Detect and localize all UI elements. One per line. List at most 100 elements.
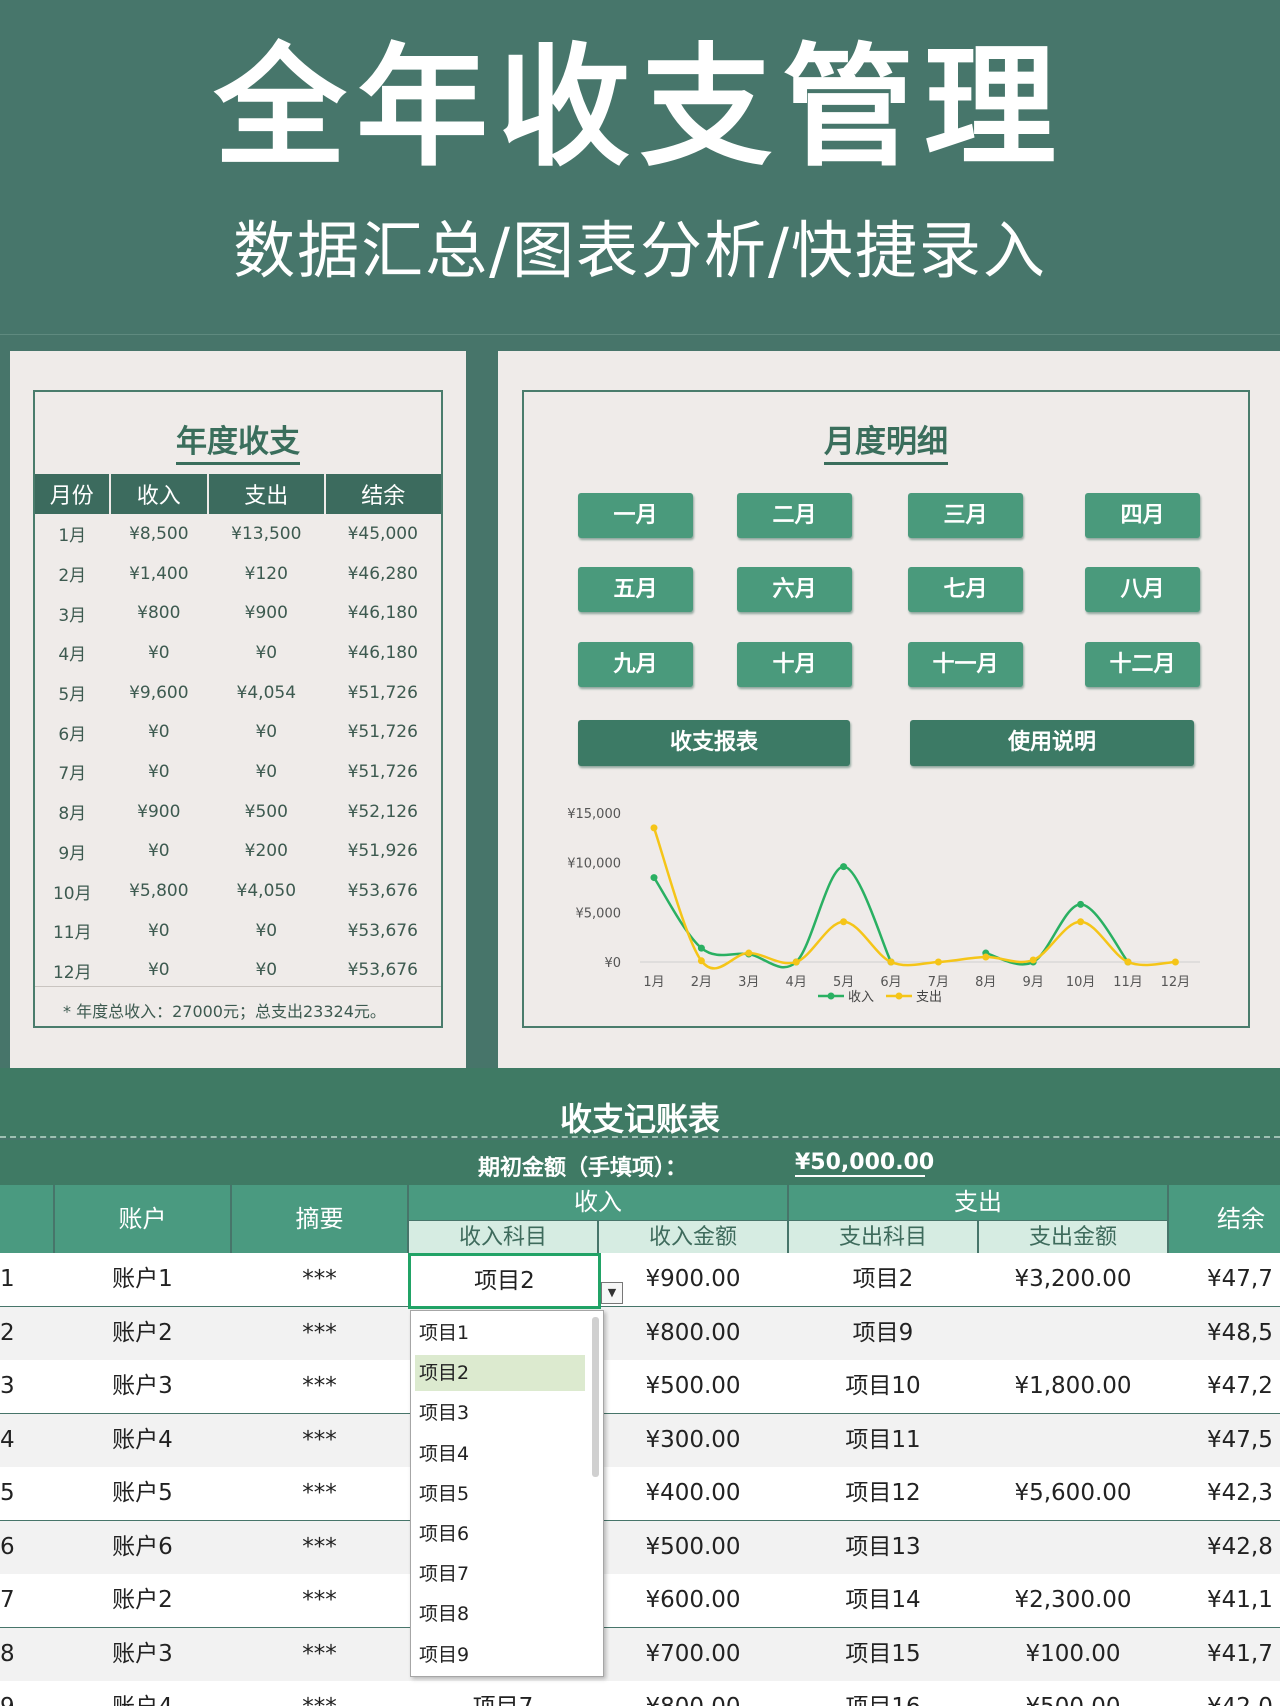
cell-account[interactable]: 账户4 xyxy=(55,1414,230,1467)
cell-expense-item[interactable]: 项目2 xyxy=(789,1253,977,1306)
cell-balance[interactable]: ¥42,0 xyxy=(1169,1681,1280,1706)
cell-expense-amount[interactable] xyxy=(979,1307,1167,1360)
cell-balance[interactable]: ¥47,5 xyxy=(1169,1414,1280,1467)
cell-income-amount[interactable]: ¥400.00 xyxy=(599,1467,787,1520)
cell-income-amount[interactable]: ¥600.00 xyxy=(599,1574,787,1627)
cell-balance[interactable]: ¥47,7 xyxy=(1169,1253,1280,1306)
cell-account[interactable]: 账户6 xyxy=(55,1521,230,1574)
annual-cell: ¥52,126 xyxy=(347,801,418,822)
cell-balance[interactable]: ¥41,7 xyxy=(1169,1628,1280,1681)
dropdown-option[interactable]: 项目9 xyxy=(415,1637,585,1673)
dropdown-option[interactable]: 项目4 xyxy=(415,1436,585,1472)
dropdown-option[interactable]: 项目1 xyxy=(415,1315,585,1351)
month-button[interactable]: 八月 xyxy=(1085,567,1200,612)
cell-no[interactable]: 2 xyxy=(0,1307,53,1360)
cell-expense-item[interactable]: 项目15 xyxy=(789,1628,977,1681)
cell-expense-amount[interactable]: ¥5,600.00 xyxy=(979,1467,1167,1520)
cell-expense-item[interactable]: 项目9 xyxy=(789,1307,977,1360)
cell-account[interactable]: 账户5 xyxy=(55,1467,230,1520)
month-button[interactable]: 一月 xyxy=(578,493,693,538)
month-button[interactable]: 六月 xyxy=(737,567,852,612)
cell-no[interactable]: 5 xyxy=(0,1467,53,1520)
cell-expense-amount[interactable] xyxy=(979,1414,1167,1467)
cell-income-amount[interactable]: ¥800.00 xyxy=(599,1307,787,1360)
cell-no[interactable]: 4 xyxy=(0,1414,53,1467)
cell-expense-item[interactable]: 项目10 xyxy=(789,1360,977,1413)
cell-no[interactable]: 1 xyxy=(0,1253,53,1306)
cell-summary[interactable]: *** xyxy=(232,1574,407,1627)
cell-balance[interactable]: ¥47,2 xyxy=(1169,1360,1280,1413)
annual-row: 2月 ¥1,400 ¥120 ¥46,280 xyxy=(35,554,441,594)
month-button[interactable]: 十一月 xyxy=(908,642,1023,687)
cell-summary[interactable]: *** xyxy=(232,1360,407,1413)
cell-balance[interactable]: ¥41,1 xyxy=(1169,1574,1280,1627)
cell-summary[interactable]: *** xyxy=(232,1467,407,1520)
cell-income-amount[interactable]: ¥300.00 xyxy=(599,1414,787,1467)
annual-cell: ¥51,926 xyxy=(347,841,418,862)
cell-income-amount[interactable]: ¥500.00 xyxy=(599,1521,787,1574)
cell-expense-amount[interactable]: ¥2,300.00 xyxy=(979,1574,1167,1627)
cell-account[interactable]: 账户4 xyxy=(55,1681,230,1706)
dropdown-scrollbar[interactable] xyxy=(592,1317,599,1477)
dropdown-option[interactable]: 项目2 xyxy=(415,1355,585,1392)
annual-cell: 9月 xyxy=(58,843,87,864)
cell-expense-item[interactable]: 项目12 xyxy=(789,1467,977,1520)
cell-no[interactable]: 8 xyxy=(0,1628,53,1681)
cell-account[interactable]: 账户2 xyxy=(55,1574,230,1627)
cell-summary[interactable]: *** xyxy=(232,1253,407,1306)
cell-balance[interactable]: ¥42,8 xyxy=(1169,1521,1280,1574)
help-button[interactable]: 使用说明 xyxy=(910,720,1194,766)
opening-value[interactable]: ¥50,000.00 xyxy=(795,1150,934,1177)
cell-expense-item[interactable]: 项目13 xyxy=(789,1521,977,1574)
cell-income-amount[interactable]: ¥700.00 xyxy=(599,1628,787,1681)
month-button[interactable]: 十二月 xyxy=(1085,642,1200,687)
month-button[interactable]: 五月 xyxy=(578,567,693,612)
month-button[interactable]: 七月 xyxy=(908,567,1023,612)
cell-account[interactable]: 账户1 xyxy=(55,1253,230,1306)
cell-expense-amount[interactable]: ¥100.00 xyxy=(979,1628,1167,1681)
annual-cell: ¥0 xyxy=(255,960,278,981)
cell-expense-item[interactable]: 项目14 xyxy=(789,1574,977,1627)
month-button[interactable]: 四月 xyxy=(1085,493,1200,538)
month-button[interactable]: 十月 xyxy=(737,642,852,687)
annual-cell: ¥46,180 xyxy=(347,603,418,624)
cell-no[interactable]: 3 xyxy=(0,1360,53,1413)
month-button[interactable]: 三月 xyxy=(908,493,1023,538)
cell-account[interactable]: 账户2 xyxy=(55,1307,230,1360)
cell-income-amount[interactable]: ¥900.00 xyxy=(599,1253,787,1306)
cell-income-amount[interactable]: ¥500.00 xyxy=(599,1360,787,1413)
annual-cell: 7月 xyxy=(58,764,87,785)
cell-income-item[interactable]: 项目7 xyxy=(409,1681,597,1706)
cell-expense-amount[interactable]: ¥3,200.00 xyxy=(979,1253,1167,1306)
dropdown-option[interactable]: 项目6 xyxy=(415,1516,585,1552)
cell-balance[interactable]: ¥48,5 xyxy=(1169,1307,1280,1360)
cell-summary[interactable]: *** xyxy=(232,1628,407,1681)
month-button[interactable]: 二月 xyxy=(737,493,852,538)
cell-expense-amount[interactable]: ¥500.00 xyxy=(979,1681,1167,1706)
income-item-dropdown[interactable]: 项目2 xyxy=(408,1253,601,1309)
cell-income-amount[interactable]: ¥800.00 xyxy=(599,1681,787,1706)
cell-no[interactable]: 9 xyxy=(0,1681,53,1706)
cell-account[interactable]: 账户3 xyxy=(55,1360,230,1413)
cell-no[interactable]: 7 xyxy=(0,1574,53,1627)
cell-expense-amount[interactable]: ¥1,800.00 xyxy=(979,1360,1167,1413)
header-account: 账户 xyxy=(55,1185,230,1253)
cell-account[interactable]: 账户3 xyxy=(55,1628,230,1681)
cell-expense-item[interactable]: 项目16 xyxy=(789,1681,977,1706)
dropdown-option[interactable]: 项目5 xyxy=(415,1476,585,1512)
cell-summary[interactable]: *** xyxy=(232,1681,407,1706)
cell-summary[interactable]: *** xyxy=(232,1414,407,1467)
month-button[interactable]: 九月 xyxy=(578,642,693,687)
dropdown-arrow-icon[interactable]: ▼ xyxy=(601,1282,623,1304)
dropdown-option[interactable]: 项目8 xyxy=(415,1596,585,1632)
report-button[interactable]: 收支报表 xyxy=(578,720,850,766)
cell-summary[interactable]: *** xyxy=(232,1307,407,1360)
annual-cell: ¥0 xyxy=(255,761,278,782)
cell-expense-item[interactable]: 项目11 xyxy=(789,1414,977,1467)
dropdown-option[interactable]: 项目7 xyxy=(415,1556,585,1592)
cell-expense-amount[interactable] xyxy=(979,1521,1167,1574)
cell-balance[interactable]: ¥42,3 xyxy=(1169,1467,1280,1520)
cell-no[interactable]: 6 xyxy=(0,1521,53,1574)
dropdown-option[interactable]: 项目3 xyxy=(415,1395,585,1431)
cell-summary[interactable]: *** xyxy=(232,1521,407,1574)
